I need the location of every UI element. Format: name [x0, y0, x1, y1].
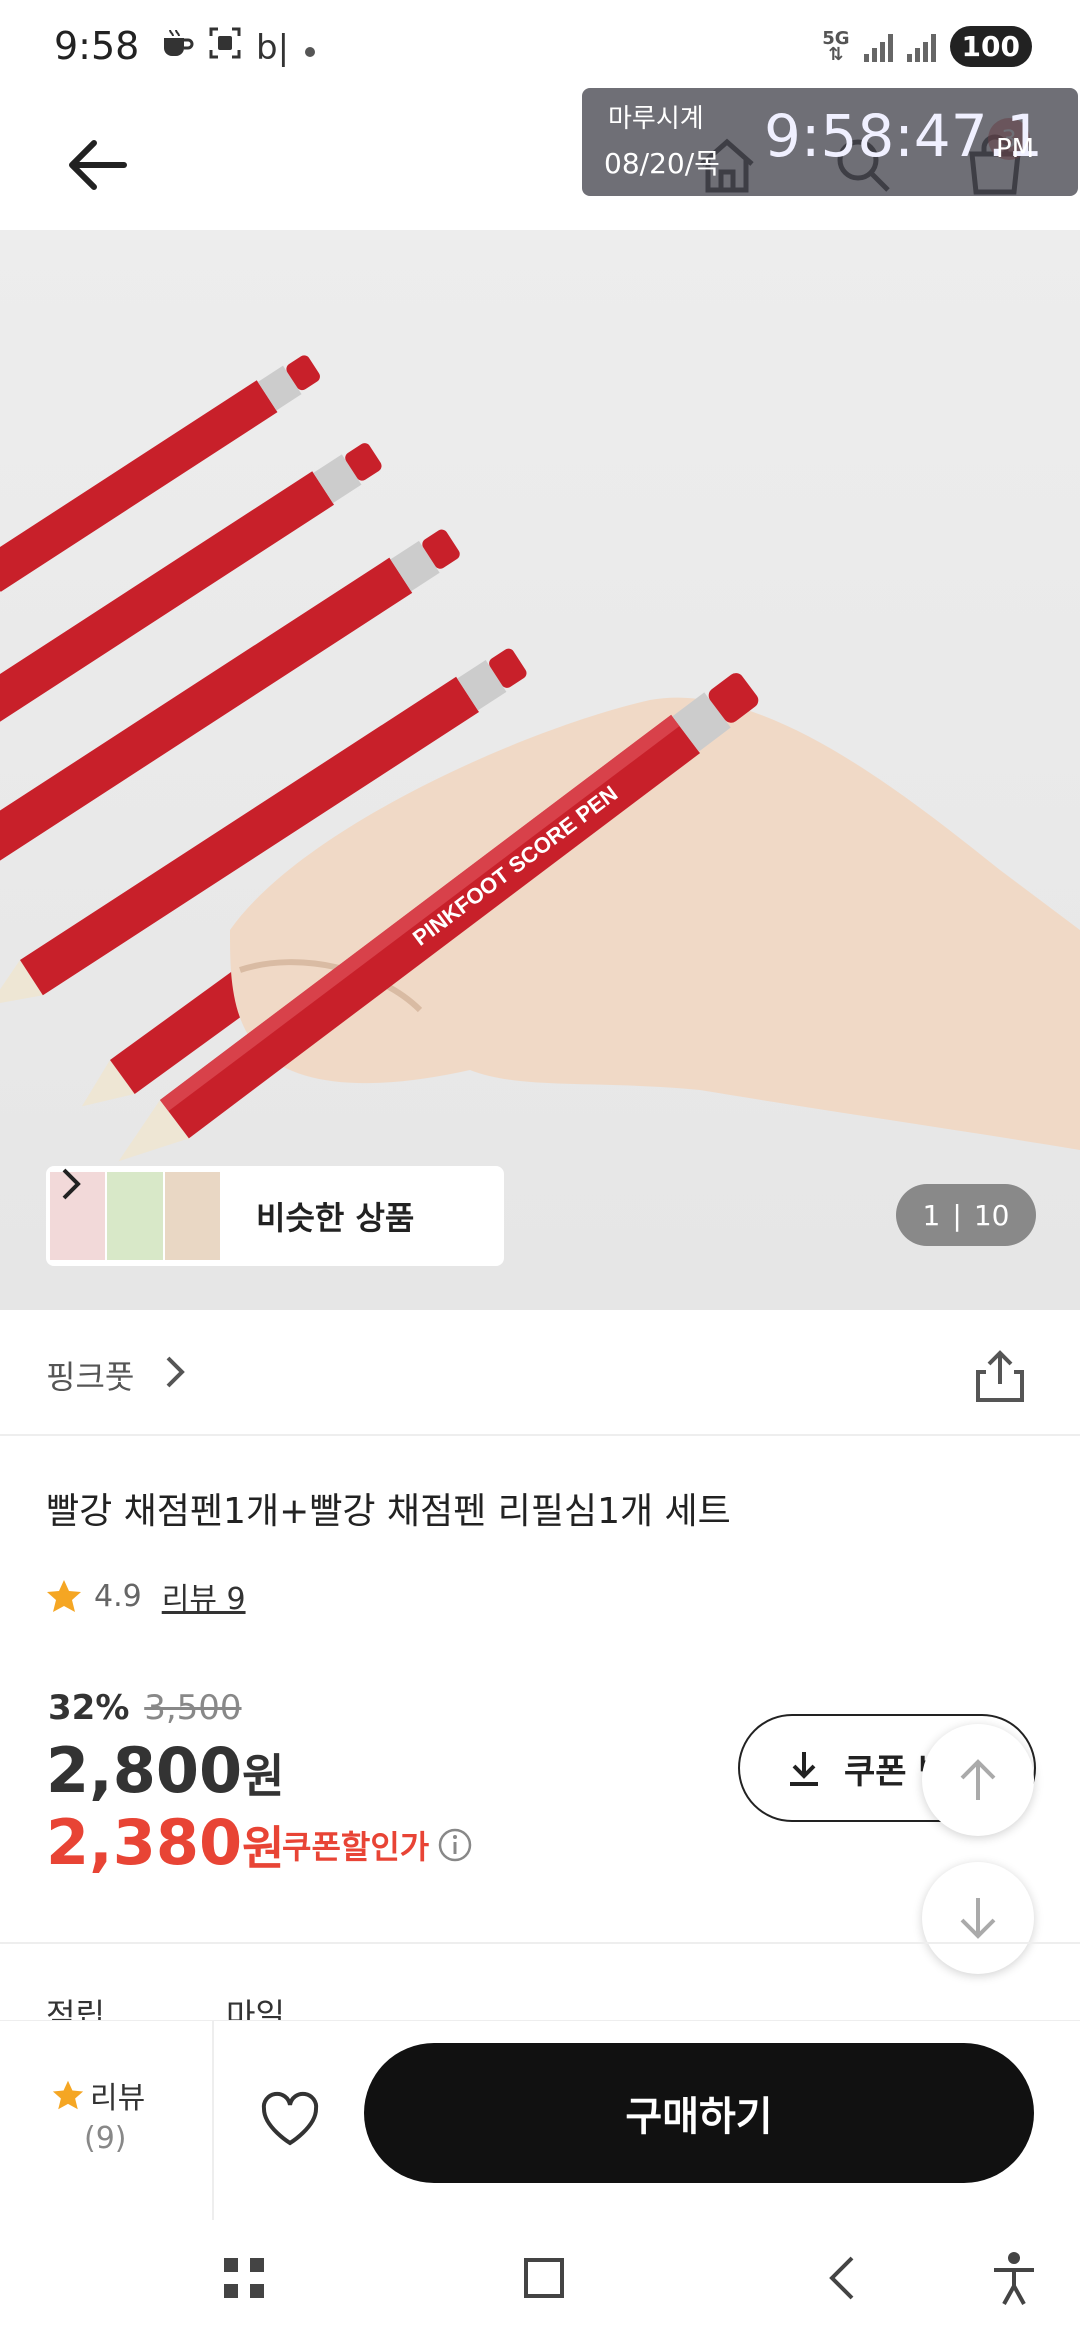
rating-row: 4.9 리뷰 9	[46, 1574, 246, 1618]
bottom-action-bar: 리뷰 (9) 구매하기	[0, 2020, 1080, 2221]
chevron-left-icon	[829, 2256, 854, 2300]
share-button[interactable]	[972, 1348, 1028, 1404]
coupon-price: 2,380원	[46, 1806, 284, 1879]
review-link[interactable]: 리뷰 9	[162, 1574, 246, 1618]
chevron-right-icon	[166, 1356, 185, 1388]
coupon-price-label: 쿠폰할인가	[282, 1822, 473, 1868]
info-icon[interactable]	[437, 1827, 473, 1863]
system-nav-bar	[0, 2220, 1080, 2340]
chevron-right-icon	[62, 1168, 81, 1200]
coupon-price-value: 2,380	[46, 1806, 243, 1879]
network-5g-icon: 5G ⇅	[822, 27, 850, 65]
discount-rate: 32%	[48, 1688, 130, 1728]
clock-ampm: PM	[996, 134, 1035, 164]
download-icon	[790, 1752, 818, 1786]
recent-apps-button[interactable]	[214, 2248, 274, 2308]
b-icon: b|	[256, 27, 290, 68]
scroll-top-button[interactable]	[922, 1724, 1034, 1836]
sale-price-value: 2,800	[46, 1734, 243, 1807]
star-icon	[52, 2080, 84, 2110]
accessibility-icon	[994, 2252, 1034, 2305]
image-page-indicator: 1 | 10	[896, 1184, 1036, 1246]
similar-products-button[interactable]: 비슷한 상품	[46, 1166, 504, 1266]
square-home-icon	[524, 2258, 564, 2298]
share-icon	[976, 1350, 1024, 1402]
product-title: 빨강 채점펜1개+빨강 채점펜 리필심1개 세트	[46, 1491, 731, 1532]
star-icon	[47, 1580, 81, 1612]
status-bar: 9:58 b| 5G ⇅ 100	[0, 0, 1080, 100]
clock-app-name: 마루시계	[608, 104, 704, 134]
battery-icon: 100	[949, 26, 1032, 67]
brand-link[interactable]: 핑크풋	[46, 1352, 134, 1398]
review-shortcut-count: (9)	[84, 2121, 127, 2156]
page-current: 1	[922, 1198, 941, 1232]
discount-row: 32% 3,500	[48, 1688, 242, 1728]
sale-price-unit: 원	[242, 1749, 285, 1803]
page-total: 10	[973, 1198, 1010, 1232]
coupon-price-unit: 원	[242, 1821, 285, 1875]
clock-date: 08/20/목	[604, 147, 720, 180]
home-nav-button[interactable]	[514, 2248, 574, 2308]
accessibility-button[interactable]	[984, 2248, 1044, 2308]
status-left-icons: b|	[160, 26, 317, 69]
heart-icon	[261, 2091, 319, 2146]
product-image-carousel[interactable]: PINKFOOT SCORE PEN 비슷한 상품 1 | 10	[0, 230, 1080, 1310]
signal-icon-2	[906, 32, 936, 62]
scroll-bottom-button[interactable]	[922, 1862, 1034, 1974]
rating-value: 4.9	[94, 1578, 142, 1614]
dot-icon	[303, 28, 317, 68]
back-button[interactable]	[62, 130, 142, 200]
sale-price: 2,800원	[46, 1734, 284, 1807]
status-time: 9:58	[54, 24, 140, 68]
arrow-up-icon	[960, 1759, 996, 1800]
buy-button[interactable]: 구매하기	[364, 2043, 1034, 2183]
status-right-icons: 5G ⇅ 100	[822, 26, 1032, 67]
coffee-icon	[160, 26, 194, 69]
arrow-down-icon	[960, 1898, 996, 1939]
wishlist-button[interactable]	[258, 2087, 322, 2151]
original-price: 3,500	[144, 1688, 242, 1728]
screenshot-icon	[208, 26, 242, 69]
section-divider	[0, 1942, 1080, 1944]
review-shortcut-label: 리뷰	[52, 2073, 145, 2117]
review-shortcut[interactable]: 리뷰 (9)	[0, 2021, 214, 2221]
recent-apps-icon	[224, 2258, 264, 2298]
back-nav-button[interactable]	[814, 2248, 874, 2308]
product-photo: PINKFOOT SCORE PEN	[0, 355, 1080, 1162]
floating-clock-overlay[interactable]: 마루시계 08/20/목 9:58:47.1 PM	[582, 88, 1078, 196]
signal-icon	[863, 32, 893, 62]
similar-products-label: 비슷한 상품	[256, 1199, 415, 1237]
back-arrow-icon	[69, 140, 127, 190]
page-separator: |	[952, 1198, 962, 1232]
brand-row: 핑크풋	[0, 1310, 1080, 1436]
